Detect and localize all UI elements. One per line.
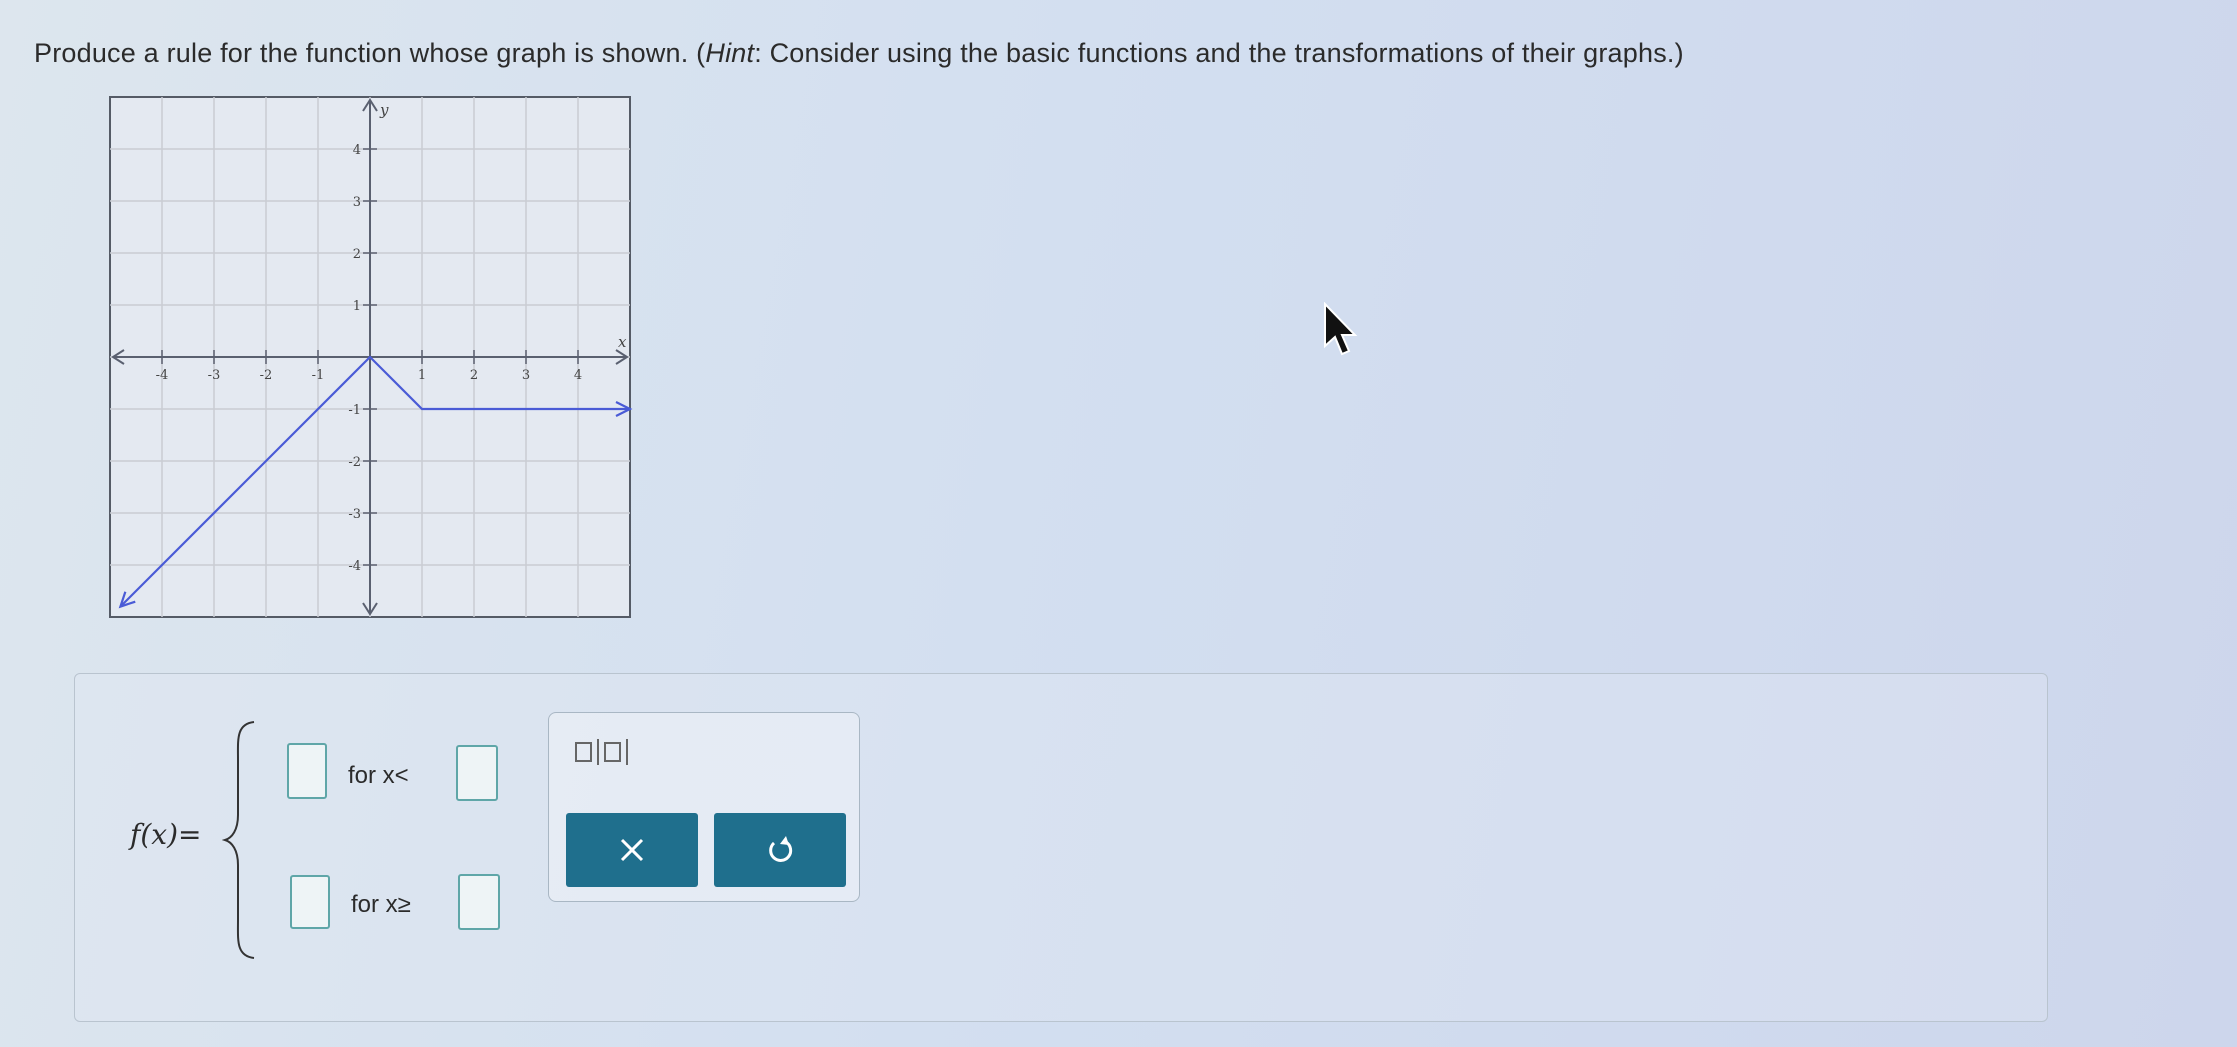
close-icon xyxy=(620,838,644,862)
undo-button[interactable] xyxy=(714,813,846,887)
row2-expression-input[interactable] xyxy=(290,875,330,929)
y-tick-label: 3 xyxy=(353,195,361,210)
mouse-cursor-icon xyxy=(1324,302,1358,356)
x-tick-label: 2 xyxy=(470,368,478,383)
row1-condition-label: for x< xyxy=(348,762,409,789)
y-tick-label: 1 xyxy=(353,299,361,314)
x-tick-label: -3 xyxy=(208,368,221,383)
x-tick-label: 3 xyxy=(522,368,530,383)
y-tick-label: -3 xyxy=(348,507,361,522)
function-label: f(x)= xyxy=(130,818,202,851)
piecewise-brace xyxy=(222,721,255,959)
clear-button[interactable] xyxy=(566,813,698,887)
x-axis-label: x xyxy=(618,333,627,351)
x-tick-label: -1 xyxy=(312,368,325,383)
y-tick-label: -4 xyxy=(348,559,361,574)
y-tick-label: 2 xyxy=(353,247,361,262)
x-tick-label: 4 xyxy=(574,368,582,383)
y-tick-label: -1 xyxy=(348,403,361,418)
x-tick-label: -4 xyxy=(156,368,169,383)
y-tick-label: -2 xyxy=(348,455,361,470)
y-tick-label: 4 xyxy=(353,143,361,158)
x-tick-label: 1 xyxy=(418,368,426,383)
answer-panel xyxy=(74,673,2048,1022)
row1-expression-input[interactable] xyxy=(287,743,327,799)
row2-condition-label: for x≥ xyxy=(351,891,411,918)
piecewise-absolute-template-icon[interactable] xyxy=(570,735,642,774)
row2-bound-input[interactable] xyxy=(458,874,500,930)
y-axis-label: y xyxy=(379,101,389,119)
x-tick-label: -2 xyxy=(260,368,273,383)
row1-bound-input[interactable] xyxy=(456,745,498,801)
function-graph: -4 -3 -2 -1 1 2 3 4 4 3 2 1 -1 -2 -3 -4 x y xyxy=(109,96,633,618)
undo-icon xyxy=(769,836,793,862)
hint-label: Hint xyxy=(705,38,755,68)
question-text: Produce a rule for the function whose gr… xyxy=(34,38,1684,68)
